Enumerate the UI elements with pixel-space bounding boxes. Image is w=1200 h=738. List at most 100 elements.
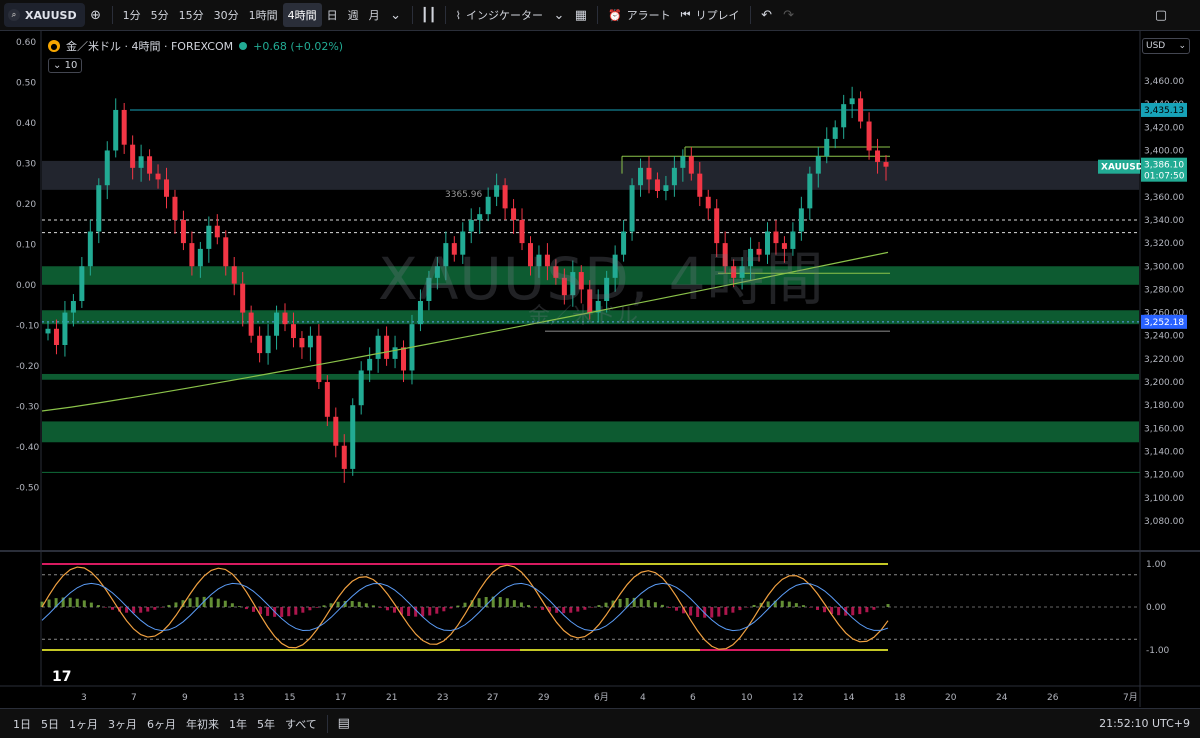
- osc-tick: 1.00: [1146, 560, 1166, 570]
- symbol-title: 金／米ドル · 4時間 · FOREXCOM: [66, 40, 234, 53]
- price-tick: 3,320.00: [1144, 239, 1184, 249]
- osc-histogram-bar: [738, 607, 742, 611]
- osc-histogram-bar: [512, 600, 516, 607]
- osc-histogram-bar: [590, 607, 594, 608]
- range-button[interactable]: 1ヶ月: [64, 716, 103, 732]
- osc-histogram-bar: [858, 607, 862, 615]
- range-button[interactable]: 年初来: [181, 716, 224, 732]
- chevron-down-icon[interactable]: ⌄: [385, 3, 407, 27]
- time-tick: 20: [945, 693, 957, 703]
- candle-body: [646, 167, 652, 180]
- candle-body: [866, 121, 872, 151]
- interval-button[interactable]: 5分: [146, 3, 174, 27]
- osc-histogram-bar: [660, 604, 664, 607]
- osc-histogram-bar: [103, 607, 107, 608]
- candle-body: [121, 109, 127, 145]
- candle-body: [257, 335, 263, 354]
- osc-histogram-bar: [618, 598, 622, 607]
- candle-body: [290, 324, 296, 339]
- symbol-search-button[interactable]: ⌕ XAUUSD: [4, 3, 85, 27]
- candle-body: [384, 335, 390, 359]
- time-tick: 4: [640, 693, 646, 703]
- osc-histogram-bar: [308, 607, 312, 611]
- candle-body: [798, 208, 804, 232]
- candle-body: [477, 214, 483, 220]
- replay-label: リプレイ: [695, 9, 740, 22]
- osc-histogram-bar: [505, 598, 509, 607]
- candle-body: [240, 283, 246, 313]
- left-axis-tick: 0.30: [16, 160, 36, 170]
- osc-histogram-bar: [47, 599, 51, 607]
- toolbar-divider: [749, 6, 751, 24]
- currency-selector[interactable]: USD ⌄: [1142, 38, 1190, 54]
- candle-body: [113, 109, 119, 151]
- support-zone: [42, 373, 1139, 380]
- undo-icon[interactable]: ↶: [756, 3, 778, 27]
- time-tick: 14: [843, 693, 855, 703]
- range-button[interactable]: 5日: [36, 716, 64, 732]
- left-axis-tick: -0.50: [16, 484, 40, 494]
- replay-button[interactable]: ⏮ リプレイ: [676, 3, 745, 27]
- price-tick: 3,340.00: [1144, 216, 1184, 226]
- interval-button[interactable]: 4時間: [282, 3, 322, 27]
- interval-button[interactable]: 15分: [174, 3, 209, 27]
- candle-style-icon[interactable]: ┃┃: [418, 3, 440, 27]
- interval-button[interactable]: 30分: [209, 3, 244, 27]
- osc-histogram-bar: [766, 601, 770, 607]
- osc-histogram-bar: [322, 605, 326, 607]
- osc-histogram-bar: [689, 607, 693, 616]
- time-tick: 3: [81, 693, 87, 703]
- candle-body: [104, 150, 110, 186]
- candle-body: [638, 167, 644, 186]
- interval-button[interactable]: 週: [343, 3, 364, 27]
- osc-histogram-bar: [139, 607, 143, 613]
- fullscreen-icon[interactable]: ▢: [1150, 3, 1172, 27]
- interval-button[interactable]: 1時間: [244, 3, 283, 27]
- date-range-icon[interactable]: ▤: [333, 712, 355, 736]
- osc-histogram-bar: [534, 607, 537, 608]
- candle-body: [189, 243, 195, 267]
- interval-button[interactable]: 日: [322, 3, 343, 27]
- left-axis-tick: -0.20: [16, 362, 40, 372]
- candle-body: [841, 104, 847, 128]
- osc-histogram-bar: [223, 600, 227, 607]
- chevron-down-icon[interactable]: ⌄: [548, 3, 570, 27]
- osc-histogram-bar: [428, 607, 432, 616]
- redo-icon[interactable]: ↷: [778, 3, 800, 27]
- range-button[interactable]: 6ヶ月: [142, 716, 181, 732]
- osc-histogram-bar: [597, 605, 601, 607]
- toolbar-divider: [411, 6, 413, 24]
- indicators-icon: ⌇: [455, 8, 461, 22]
- range-button[interactable]: 5年: [252, 716, 280, 732]
- alert-button[interactable]: ⏰ アラート: [603, 3, 676, 27]
- price-tick: 3,420.00: [1144, 123, 1184, 133]
- candle-body: [265, 335, 271, 354]
- candle-body: [214, 225, 220, 238]
- range-button[interactable]: 1年: [224, 716, 252, 732]
- range-button[interactable]: すべて: [280, 716, 322, 732]
- range-button[interactable]: 3ヶ月: [103, 716, 142, 732]
- symbol-label: XAUUSD: [25, 8, 77, 22]
- currency-label: USD: [1146, 41, 1166, 51]
- time-tick: 6: [690, 693, 696, 703]
- osc-histogram-bar: [780, 600, 784, 607]
- osc-histogram-bar: [449, 607, 453, 609]
- candle-body: [494, 185, 500, 197]
- candle-body: [341, 445, 347, 469]
- interval-button[interactable]: 1分: [118, 3, 146, 27]
- layout-grid-icon[interactable]: ▦: [570, 3, 592, 27]
- chart-legend: ● 金／米ドル · 4時間 · FOREXCOM +0.68 (+0.02%): [48, 38, 343, 54]
- indicators-button[interactable]: ⌇ インジケーター: [451, 3, 548, 27]
- price-chart[interactable]: 3,460.003,440.003,420.003,400.003,380.00…: [0, 31, 1200, 707]
- osc-histogram-bar: [174, 602, 178, 607]
- toolbar-divider: [444, 6, 446, 24]
- market-open-dot: [239, 42, 248, 50]
- indicator-value: 10: [64, 60, 78, 71]
- osc-histogram-bar: [188, 598, 192, 607]
- interval-button[interactable]: 月: [364, 3, 385, 27]
- compare-plus-icon[interactable]: ⊕: [85, 3, 107, 27]
- price-tick: 3,300.00: [1144, 262, 1184, 272]
- osc-histogram-bar: [209, 597, 213, 607]
- range-button[interactable]: 1日: [8, 716, 36, 732]
- indicator-badge[interactable]: ⌄ 10: [48, 58, 83, 73]
